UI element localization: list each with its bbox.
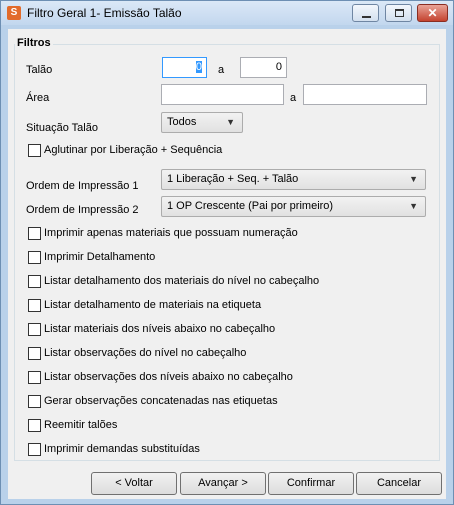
ordem1-label: Ordem de Impressão 1 bbox=[26, 180, 139, 192]
talao-label: Talão bbox=[26, 64, 53, 76]
talao-from-value: 0 bbox=[195, 61, 202, 73]
checkbox-item[interactable]: Imprimir demandas substituídas bbox=[28, 441, 200, 457]
ordem2-label: Ordem de Impressão 2 bbox=[26, 204, 139, 216]
checkbox-item[interactable]: Listar materiais dos níveis abaixo no ca… bbox=[28, 321, 275, 337]
checkbox-item[interactable]: Reemitir talões bbox=[28, 417, 117, 433]
ordem1-select[interactable]: 1 Liberação + Seq. + Talão ▼ bbox=[161, 169, 426, 190]
chevron-down-icon: ▼ bbox=[226, 117, 235, 127]
checkbox-item[interactable]: Listar observações do nível no cabeçalho bbox=[28, 345, 246, 361]
chevron-down-icon: ▼ bbox=[409, 174, 418, 184]
maximize-button[interactable] bbox=[385, 4, 412, 22]
app-icon: S bbox=[7, 6, 21, 20]
minimize-button[interactable] bbox=[352, 4, 379, 22]
checkbox-label: Imprimir Detalhamento bbox=[44, 251, 156, 263]
checkbox-box bbox=[28, 346, 41, 360]
area-range-sep: a bbox=[290, 92, 297, 104]
area-label: Área bbox=[26, 92, 50, 104]
window-title: Filtro Geral 1- Emissão Talão bbox=[27, 6, 182, 20]
checkbox-label: Imprimir demandas substituídas bbox=[44, 443, 200, 455]
area-from-input[interactable] bbox=[161, 84, 284, 105]
area-to-input[interactable] bbox=[303, 84, 427, 105]
talao-from-input[interactable]: 0 bbox=[162, 57, 207, 78]
situacao-selected: Todos bbox=[167, 116, 197, 128]
checkbox-item[interactable]: Listar detalhamento de materiais na etiq… bbox=[28, 297, 261, 313]
checkbox-label: Listar observações dos níveis abaixo no … bbox=[44, 371, 293, 383]
close-button[interactable]: ✕ bbox=[417, 4, 448, 22]
back-button[interactable]: < Voltar bbox=[91, 472, 177, 495]
talao-to-input[interactable]: 0 bbox=[240, 57, 287, 78]
aglutinar-label: Aglutinar por Liberação + Sequência bbox=[44, 144, 223, 156]
checkbox-box bbox=[28, 394, 41, 408]
checkbox-label: Reemitir talões bbox=[44, 419, 118, 431]
next-button[interactable]: Avançar > bbox=[180, 472, 266, 495]
dialog-client-area: Filtros Talão 0 a 0 Área a Situação Talã… bbox=[8, 29, 446, 499]
ordem2-selected: 1 OP Crescente (Pai por primeiro) bbox=[167, 200, 334, 212]
confirm-button[interactable]: Confirmar bbox=[268, 472, 354, 495]
situacao-select[interactable]: Todos ▼ bbox=[161, 112, 243, 133]
cancel-button[interactable]: Cancelar bbox=[356, 472, 442, 495]
checkbox-item[interactable]: Imprimir apenas materiais que possuam nu… bbox=[28, 225, 298, 241]
situacao-label: Situação Talão bbox=[26, 122, 98, 134]
checkbox-item[interactable]: Imprimir Detalhamento bbox=[28, 249, 155, 265]
checkbox-box bbox=[28, 143, 41, 157]
checkbox-label: Listar detalhamento de materiais na etiq… bbox=[44, 299, 262, 311]
checkbox-label: Imprimir apenas materiais que possuam nu… bbox=[44, 227, 298, 239]
checkbox-box bbox=[28, 250, 41, 264]
checkbox-item[interactable]: Listar observações dos níveis abaixo no … bbox=[28, 369, 293, 385]
minimize-icon bbox=[362, 16, 371, 18]
checkbox-box bbox=[28, 226, 41, 240]
ordem1-selected: 1 Liberação + Seq. + Talão bbox=[167, 173, 299, 185]
checkbox-box bbox=[28, 418, 41, 432]
checkbox-box bbox=[28, 370, 41, 384]
aglutinar-checkbox[interactable]: Aglutinar por Liberação + Sequência bbox=[28, 142, 222, 158]
checkbox-label: Listar observações do nível no cabeçalho bbox=[44, 347, 247, 359]
close-icon: ✕ bbox=[427, 6, 438, 20]
checkbox-box bbox=[28, 274, 41, 288]
checkbox-item[interactable]: Listar detalhamento dos materiais do nív… bbox=[28, 273, 319, 289]
title-bar[interactable]: S Filtro Geral 1- Emissão Talão ✕ bbox=[1, 1, 453, 25]
checkbox-box bbox=[28, 298, 41, 312]
ordem2-select[interactable]: 1 OP Crescente (Pai por primeiro) ▼ bbox=[161, 196, 426, 217]
checkbox-label: Listar detalhamento dos materiais do nív… bbox=[44, 275, 320, 287]
talao-range-sep: a bbox=[218, 64, 225, 76]
checkbox-label: Listar materiais dos níveis abaixo no ca… bbox=[44, 323, 276, 335]
chevron-down-icon: ▼ bbox=[409, 201, 418, 211]
checkbox-box bbox=[28, 322, 41, 336]
maximize-icon bbox=[395, 9, 404, 17]
group-title: Filtros bbox=[15, 37, 53, 49]
checkbox-box bbox=[28, 442, 41, 456]
checkbox-label: Gerar observações concatenadas nas etiqu… bbox=[44, 395, 278, 407]
dialog-window: S Filtro Geral 1- Emissão Talão ✕ Filtro… bbox=[0, 0, 454, 505]
checkbox-item[interactable]: Gerar observações concatenadas nas etiqu… bbox=[28, 393, 278, 409]
